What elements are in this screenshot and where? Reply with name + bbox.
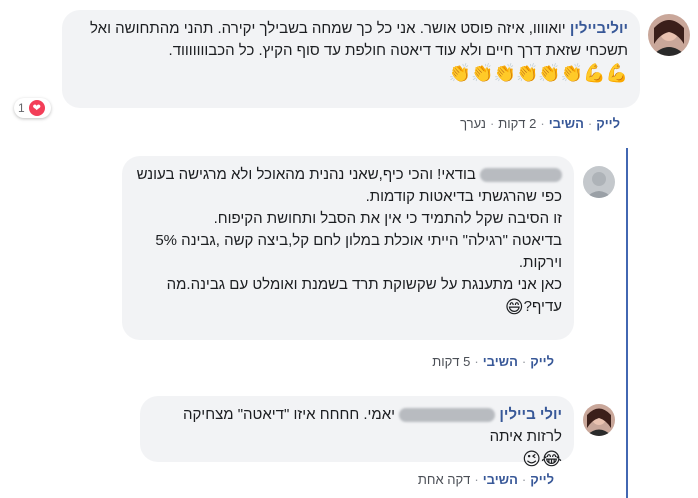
reply2-author[interactable]: יולי ביילין (499, 406, 562, 423)
like-button[interactable]: לייק (530, 354, 554, 369)
emoji-row: 💪💪👏👏👏👏👏👏 (448, 63, 628, 83)
reply-line-2: כפי שהרגשתי בדיאטות קודמות. (365, 188, 562, 205)
avatar-yuli[interactable] (648, 14, 690, 56)
redacted-author (480, 168, 562, 183)
edited-label[interactable]: נערך (460, 116, 486, 131)
laugh-wink-emoji: 😂😉 (522, 449, 562, 469)
thread-line (626, 148, 628, 498)
grin-emoji: 😄 (504, 297, 524, 317)
like-button[interactable]: לייק (596, 116, 620, 131)
reply-button[interactable]: השיבי (483, 354, 518, 369)
avatar-yuli-reply[interactable] (583, 404, 615, 436)
reply-line-1: בודאי! והכי כיף,שאני נהנית מהאוכל ולא מר… (134, 164, 562, 186)
comment-text: יואוווו, איזה פוסט אושר. אני כל כך שמחה … (90, 20, 628, 59)
reply-button[interactable]: השיבי (483, 472, 518, 487)
reply2-bubble: יולי ביילין יאמי. חחחח איזו "דיאטה" מצחי… (140, 396, 574, 469)
timestamp[interactable]: דקה אחת (418, 472, 470, 487)
like-button[interactable]: לייק (530, 472, 554, 487)
reply1-actions: לייק·השיבי·5 דקות (432, 354, 554, 369)
reaction-count[interactable]: 1 ❤ (14, 98, 51, 118)
timestamp[interactable]: 5 דקות (432, 354, 470, 369)
reply2-line-1: יולי ביילין יאמי. חחחח איזו "דיאטה" מצחי… (152, 404, 562, 448)
comment-actions: לייק·השיבי·2 דקות·נערך (460, 116, 620, 131)
reply-text-end: עדיף? (523, 298, 562, 315)
reply-line-6: כאן אני מתענגת על שקשוקת תרד בשמנת ואומל… (166, 276, 562, 293)
comment-bubble: יוליביילין יואוווו, איזה פוסט אושר. אני … (62, 10, 640, 108)
redacted-mention (399, 408, 496, 423)
reply-text: בודאי! והכי כיף,שאני נהנית מהאוכל ולא מר… (136, 166, 476, 183)
reply-line-4: בדיאטה "רגילה" הייתי אוכלת במלון לחם קל,… (155, 232, 562, 249)
reply2-actions: לייק·השיבי·דקה אחת (417, 472, 554, 487)
reply2-line-2: 😂😉 (152, 448, 562, 470)
reply-line-7: עדיף?😄 (134, 296, 562, 318)
timestamp[interactable]: 2 דקות (498, 116, 536, 131)
heart-icon: ❤ (28, 100, 45, 116)
reply-line-3: זו הסיבה שקל להתמיד כי אין את הסבל ותחוש… (213, 210, 562, 227)
avatar-reply1[interactable] (583, 166, 615, 198)
comment-author[interactable]: יוליביילין (570, 20, 628, 37)
reply-line-5: וירקות. (518, 254, 562, 271)
reply-button[interactable]: השיבי (549, 116, 584, 131)
reply-bubble: בודאי! והכי כיף,שאני נהנית מהאוכל ולא מר… (122, 156, 574, 340)
reaction-number: 1 (18, 101, 25, 115)
